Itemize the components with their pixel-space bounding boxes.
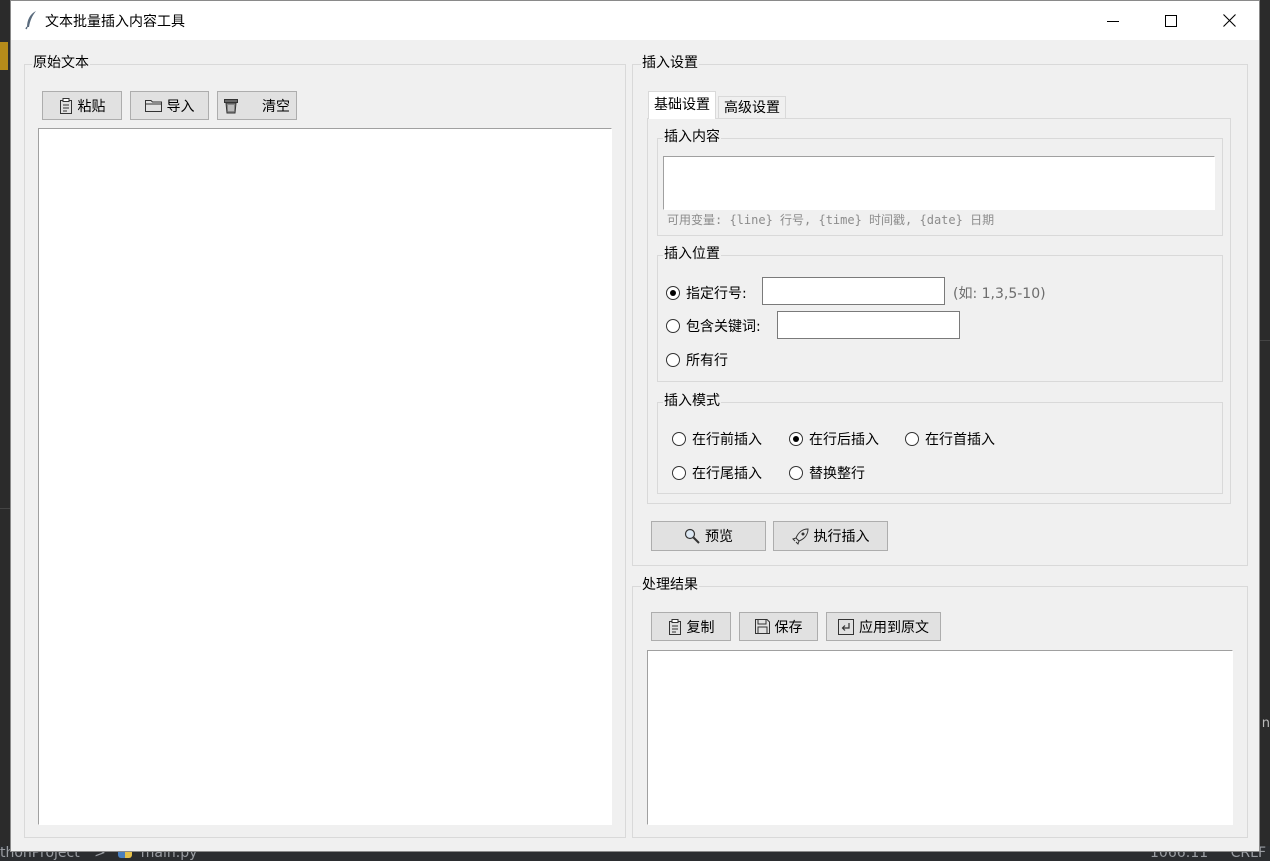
line-number-hint: (如: 1,3,5-10) (953, 286, 1046, 302)
clipboard-icon (59, 97, 73, 114)
original-text-area[interactable] (38, 128, 612, 825)
preview-button-label: 预览 (705, 529, 733, 545)
ide-divider (0, 508, 10, 509)
insert-position-label: 插入位置 (663, 245, 721, 263)
save-button[interactable]: 保存 (739, 612, 818, 641)
clear-button-label: 清空 (262, 98, 290, 115)
trash-icon (224, 98, 238, 114)
radio-line-end-label: 在行尾插入 (692, 466, 762, 482)
window-title: 文本批量插入内容工具 (45, 14, 185, 30)
tab-advanced-settings[interactable]: 高级设置 (718, 96, 786, 120)
radio-indicator (666, 353, 680, 367)
preview-button[interactable]: 预览 (651, 521, 766, 551)
copy-button-label: 复制 (686, 619, 715, 636)
save-button-label: 保存 (774, 619, 803, 636)
radio-line-number[interactable]: 指定行号: (666, 283, 747, 303)
insert-content-label: 插入内容 (663, 128, 721, 146)
rocket-icon (791, 527, 809, 545)
radio-keyword-label: 包含关键词: (686, 319, 761, 335)
clear-button[interactable]: 清空 (217, 91, 297, 120)
clipboard-icon (668, 618, 682, 635)
radio-after-line[interactable]: 在行后插入 (789, 429, 879, 449)
folder-icon (144, 99, 162, 112)
radio-indicator (666, 319, 680, 333)
maximize-button[interactable] (1142, 1, 1200, 40)
ide-edge-text: n (1261, 716, 1270, 731)
radio-before-line[interactable]: 在行前插入 (672, 429, 762, 449)
result-label: 处理结果 (641, 576, 699, 594)
return-arrow-icon (838, 618, 854, 635)
radio-indicator (905, 432, 919, 446)
original-text-label: 原始文本 (32, 54, 90, 72)
close-icon (1222, 14, 1236, 27)
radio-line-number-label: 指定行号: (686, 286, 747, 302)
radio-replace-line-label: 替换整行 (809, 466, 865, 482)
apply-to-original-button-label: 应用到原文 (859, 619, 929, 636)
close-button[interactable] (1200, 1, 1258, 40)
insert-content-input[interactable] (663, 156, 1215, 210)
radio-indicator (672, 432, 686, 446)
app-window: 文本批量插入内容工具 原始文本 粘贴 导入 清空 插入设置 基础设置 高级设置 … (10, 0, 1260, 852)
execute-insert-button[interactable]: 执行插入 (773, 521, 888, 551)
tab-basic-settings[interactable]: 基础设置 (648, 91, 716, 119)
title-bar[interactable]: 文本批量插入内容工具 (11, 1, 1259, 40)
ide-gutter-marker (0, 42, 8, 70)
radio-indicator (672, 466, 686, 480)
ide-divider (1260, 340, 1270, 341)
radio-replace-line[interactable]: 替换整行 (789, 463, 865, 483)
radio-line-start-label: 在行首插入 (925, 432, 995, 448)
feather-icon (25, 11, 36, 30)
radio-all-lines-label: 所有行 (686, 353, 728, 369)
insert-mode-label: 插入模式 (663, 392, 721, 410)
paste-button-label: 粘贴 (77, 98, 106, 115)
radio-all-lines[interactable]: 所有行 (666, 350, 728, 370)
radio-indicator (666, 286, 680, 300)
line-number-input[interactable] (762, 277, 945, 305)
import-button[interactable]: 导入 (130, 91, 209, 120)
copy-button[interactable]: 复制 (651, 612, 731, 641)
result-text-area[interactable] (647, 650, 1233, 825)
import-button-label: 导入 (166, 98, 195, 115)
apply-to-original-button[interactable]: 应用到原文 (826, 612, 941, 641)
radio-line-end[interactable]: 在行尾插入 (672, 463, 762, 483)
variables-hint: 可用变量: {line} 行号, {time} 时间戳, {date} 日期 (667, 213, 995, 227)
radio-keyword[interactable]: 包含关键词: (666, 316, 761, 336)
radio-indicator (789, 466, 803, 480)
insert-settings-label: 插入设置 (641, 54, 699, 72)
paste-button[interactable]: 粘贴 (42, 91, 122, 120)
minimize-button[interactable] (1084, 1, 1142, 40)
radio-after-line-label: 在行后插入 (809, 432, 879, 448)
magnifier-icon (684, 528, 700, 544)
maximize-icon (1165, 14, 1177, 27)
execute-insert-button-label: 执行插入 (813, 529, 870, 545)
keyword-input[interactable] (777, 311, 960, 339)
radio-before-line-label: 在行前插入 (692, 432, 762, 448)
floppy-disk-icon (754, 619, 770, 634)
radio-indicator (789, 432, 803, 446)
radio-line-start[interactable]: 在行首插入 (905, 429, 995, 449)
minimize-icon (1107, 20, 1119, 22)
